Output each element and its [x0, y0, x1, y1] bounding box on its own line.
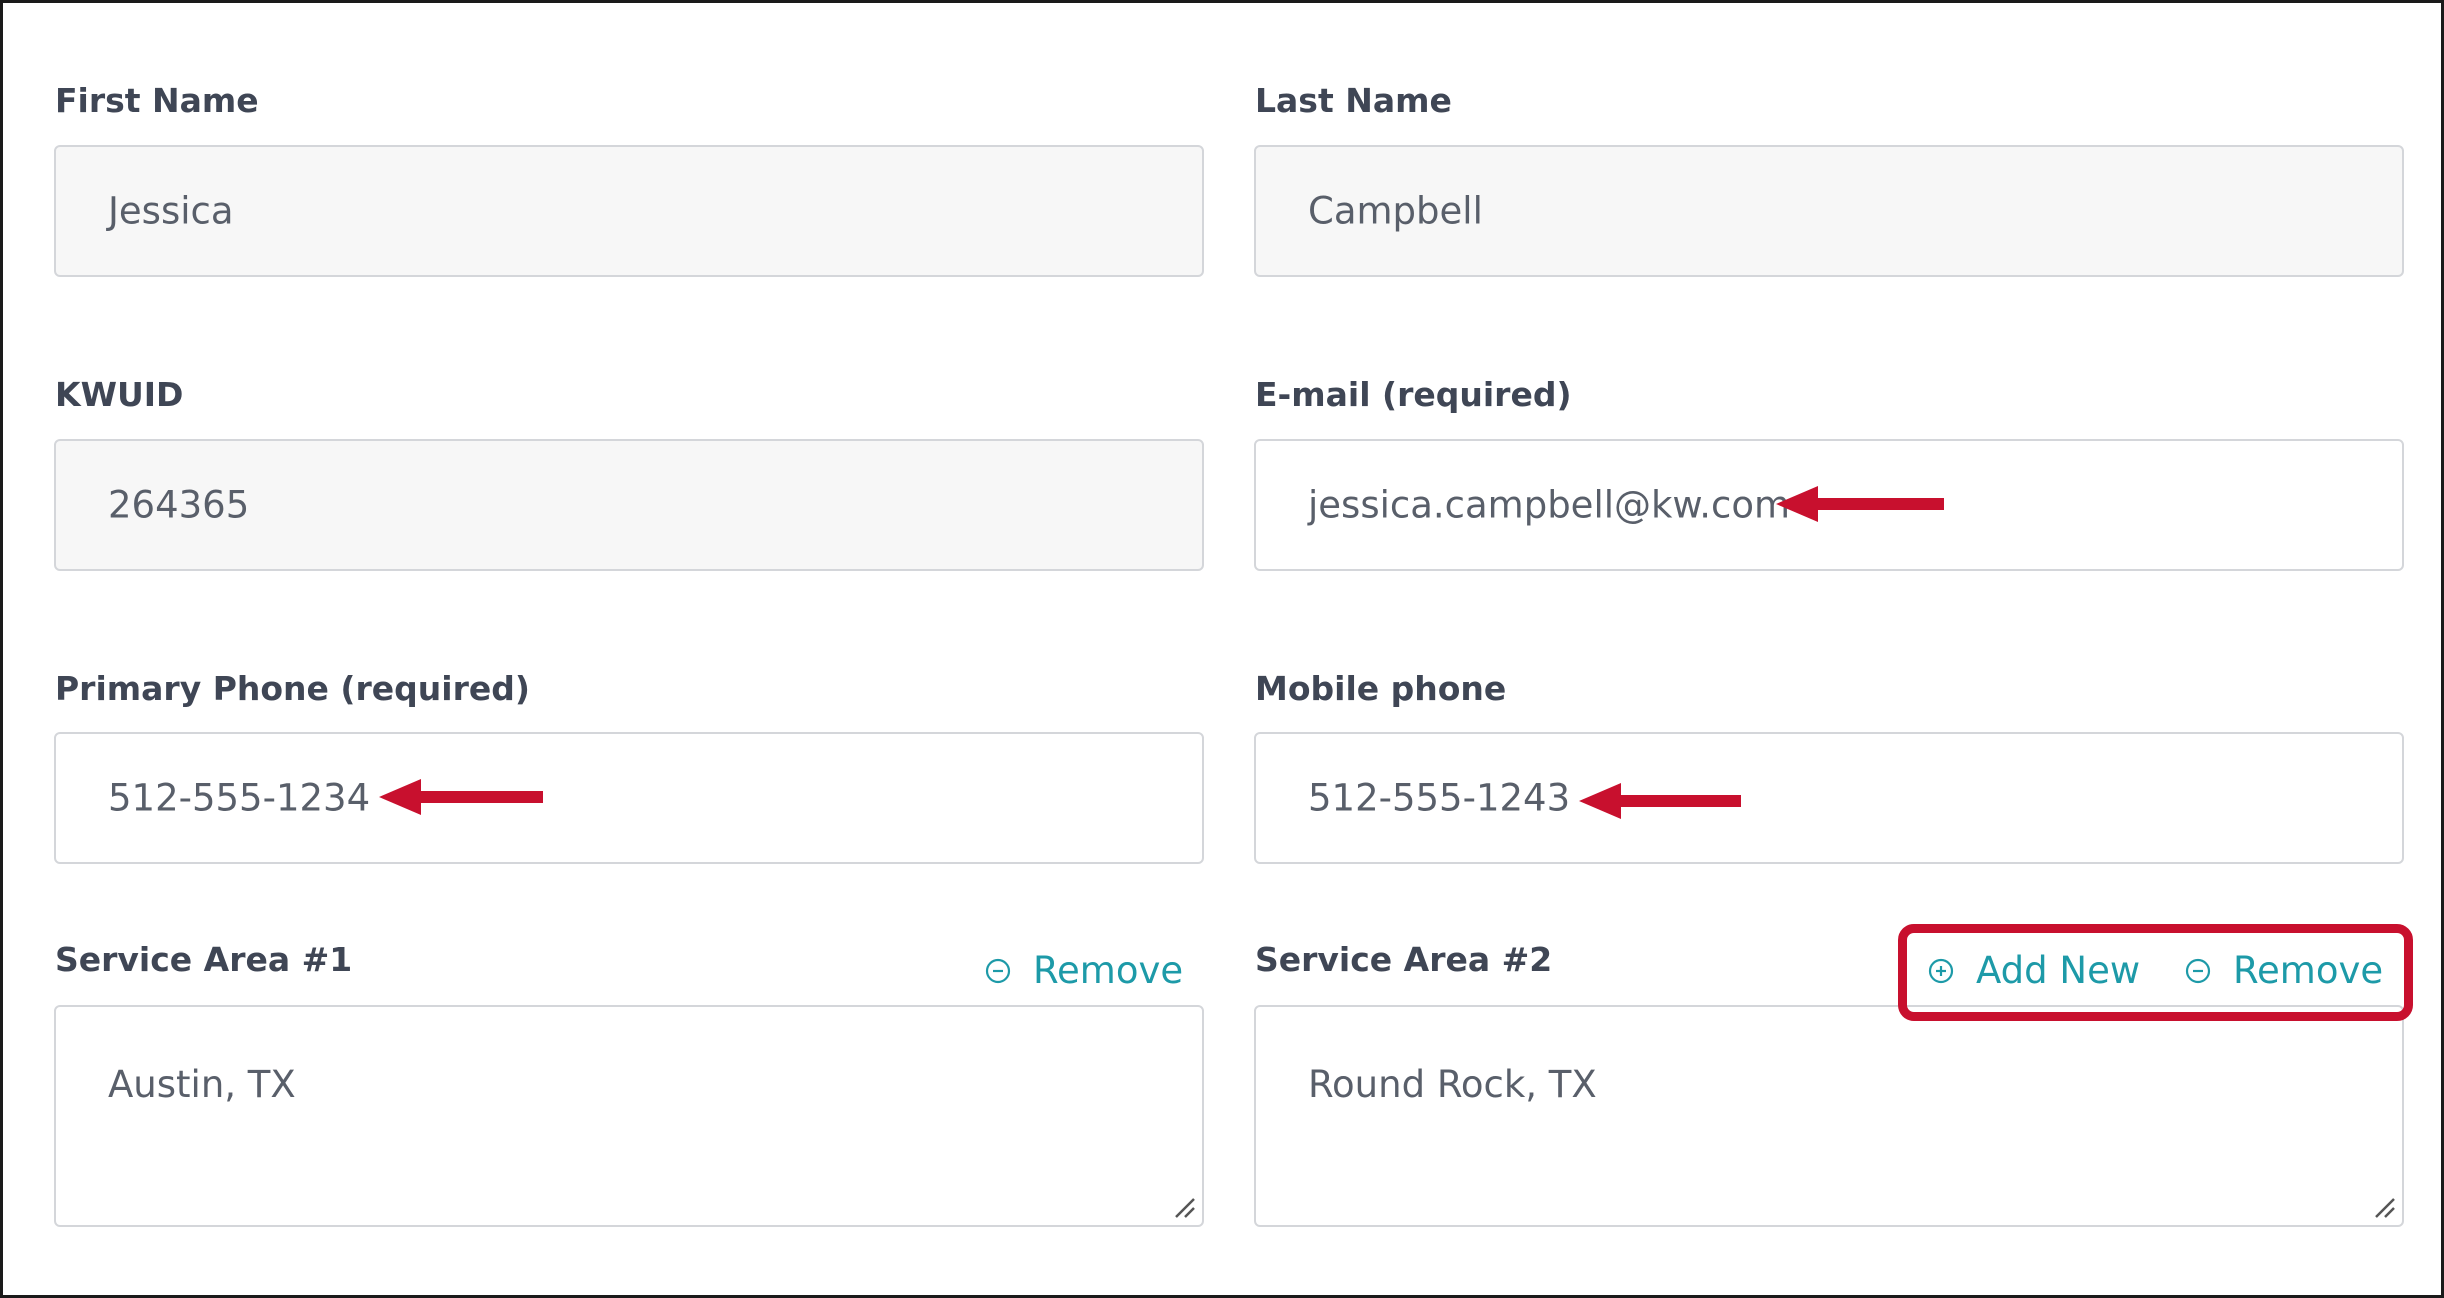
- service-area-2-value: Round Rock, TX: [1308, 1063, 1597, 1106]
- service-area-1-remove-label: Remove: [1033, 949, 1184, 992]
- kwuid-value: 264365: [108, 483, 250, 527]
- service-area-1-remove-button[interactable]: Remove: [985, 949, 1183, 992]
- mobile-phone-input[interactable]: 512-555-1243: [1254, 732, 2404, 864]
- minus-circle-icon: [2185, 958, 2211, 983]
- primary-phone-value: 512-555-1234: [108, 776, 371, 820]
- email-value: jessica.campbell@kw.com: [1308, 483, 1791, 527]
- primary-phone-input[interactable]: 512-555-1234: [54, 732, 1204, 864]
- service-area-2-add-new-button[interactable]: Add New: [1928, 949, 2140, 992]
- service-area-2-remove-button[interactable]: Remove: [2185, 949, 2383, 992]
- service-area-2-remove-label: Remove: [2233, 949, 2384, 992]
- email-label: E-mail (required): [1255, 375, 1572, 414]
- last-name-value: Campbell: [1308, 189, 1483, 233]
- primary-phone-annotation-arrow: [379, 779, 543, 815]
- minus-circle-icon: [985, 958, 1011, 983]
- plus-circle-icon: [1928, 958, 1954, 983]
- first-name-input[interactable]: Jessica: [54, 145, 1204, 277]
- email-annotation-arrow: [1776, 486, 1944, 522]
- mobile-phone-label: Mobile phone: [1255, 669, 1507, 708]
- kwuid-label: KWUID: [55, 375, 184, 414]
- service-area-1-value: Austin, TX: [108, 1063, 296, 1106]
- first-name-value: Jessica: [108, 189, 234, 233]
- screenshot-frame: First Name Jessica Last Name Campbell KW…: [0, 0, 2444, 1298]
- last-name-label: Last Name: [1255, 81, 1452, 120]
- primary-phone-label: Primary Phone (required): [55, 669, 530, 708]
- first-name-label: First Name: [55, 81, 259, 120]
- kwuid-input[interactable]: 264365: [54, 439, 1204, 571]
- service-area-2-add-new-label: Add New: [1976, 949, 2141, 992]
- resize-handle-icon[interactable]: [2372, 1195, 2396, 1219]
- service-area-1-label: Service Area #1: [55, 940, 353, 979]
- resize-handle-icon[interactable]: [1172, 1195, 1196, 1219]
- service-area-1-textarea[interactable]: Austin, TX: [54, 1005, 1204, 1227]
- service-area-2-textarea[interactable]: Round Rock, TX: [1254, 1005, 2404, 1227]
- mobile-phone-annotation-arrow: [1579, 783, 1741, 819]
- last-name-input[interactable]: Campbell: [1254, 145, 2404, 277]
- service-area-2-label: Service Area #2: [1255, 940, 1553, 979]
- mobile-phone-value: 512-555-1243: [1308, 776, 1571, 820]
